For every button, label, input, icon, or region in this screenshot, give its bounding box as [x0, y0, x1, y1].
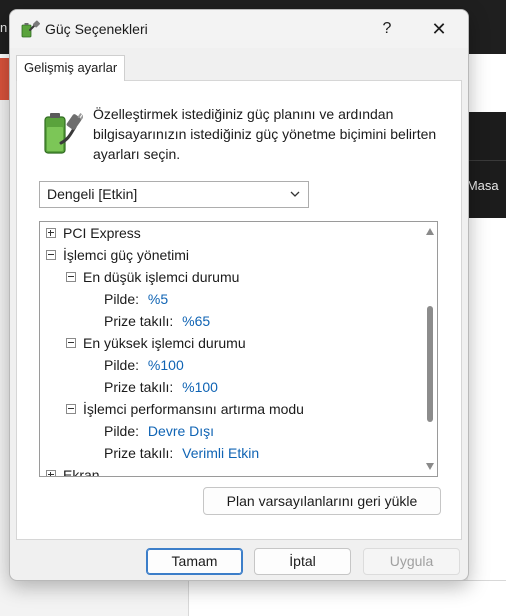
- tree-item-min-processor-state[interactable]: En düşük işlemci durumu: [66, 266, 239, 288]
- setting-value[interactable]: Verimli Etkin: [182, 445, 259, 461]
- instruction-text: Özelleştirmek istediğiniz güç planını ve…: [93, 106, 437, 162]
- help-button[interactable]: ?: [372, 14, 402, 44]
- tree-item-max-on-battery[interactable]: Pilde: %100: [104, 354, 184, 376]
- settings-tree[interactable]: PCI Express İşlemci güç yönetimi En düşü…: [39, 221, 438, 477]
- title-bar[interactable]: Güç Seçenekleri ? ✕: [10, 10, 468, 48]
- scroll-up-arrow-icon[interactable]: [426, 228, 434, 235]
- scrollbar-thumb[interactable]: [427, 306, 433, 422]
- scroll-down-arrow-icon[interactable]: [426, 463, 434, 470]
- plus-box-icon[interactable]: [46, 470, 56, 476]
- ok-button[interactable]: Tamam: [146, 548, 243, 575]
- tree-item-display[interactable]: Ekran: [46, 464, 100, 476]
- setting-value[interactable]: %100: [148, 357, 184, 373]
- background-bottom-panel: [188, 580, 506, 616]
- apply-button[interactable]: Uygula: [363, 548, 460, 575]
- power-plan-selected: Dengeli [Etkin]: [47, 186, 138, 202]
- plus-box-icon[interactable]: [46, 228, 56, 238]
- close-button[interactable]: ✕: [422, 14, 456, 44]
- background-dark-strip: n Masa: [456, 112, 506, 218]
- power-plan-dropdown[interactable]: Dengeli [Etkin]: [39, 181, 309, 208]
- tree-item-processor-power[interactable]: İşlemci güç yönetimi: [46, 244, 189, 266]
- tree-item-boost-mode[interactable]: İşlemci performansını artırma modu: [66, 398, 304, 420]
- setting-value[interactable]: %65: [182, 313, 210, 329]
- minus-box-icon[interactable]: [66, 338, 76, 348]
- cancel-button[interactable]: İptal: [254, 548, 351, 575]
- minus-box-icon[interactable]: [46, 250, 56, 260]
- setting-value[interactable]: Devre Dışı: [148, 423, 214, 439]
- tab-advanced-settings[interactable]: Gelişmiş ayarlar: [16, 55, 126, 81]
- power-options-dialog: Güç Seçenekleri ? ✕ Gelişmiş ayarlar Öze…: [9, 9, 469, 581]
- setting-value[interactable]: %5: [148, 291, 168, 307]
- minus-box-icon[interactable]: [66, 272, 76, 282]
- battery-plug-icon: [44, 112, 83, 154]
- tree-item-max-plugged-in[interactable]: Prize takılı: %100: [104, 376, 218, 398]
- restore-plan-defaults-button[interactable]: Plan varsayılanlarını geri yükle: [203, 487, 441, 515]
- tab-content-panel: Özelleştirmek istediğiniz güç planını ve…: [16, 80, 462, 540]
- setting-value[interactable]: %100: [182, 379, 218, 395]
- tree-item-min-on-battery[interactable]: Pilde: %5: [104, 288, 168, 310]
- tree-item-boost-on-battery[interactable]: Pilde: Devre Dışı: [104, 420, 214, 442]
- minus-box-icon[interactable]: [66, 404, 76, 414]
- window-title: Güç Seçenekleri: [45, 21, 148, 37]
- tree-item-min-plugged-in[interactable]: Prize takılı: %65: [104, 310, 210, 332]
- background-edge-text: n: [0, 20, 8, 35]
- tree-item-pci-express[interactable]: PCI Express: [46, 222, 141, 244]
- tree-item-max-processor-state[interactable]: En yüksek işlemci durumu: [66, 332, 246, 354]
- chevron-down-icon: [290, 191, 300, 197]
- battery-plug-icon: [21, 20, 40, 38]
- tree-scrollbar[interactable]: [423, 222, 437, 476]
- tree-item-boost-plugged-in[interactable]: Prize takılı: Verimli Etkin: [104, 442, 259, 464]
- background-divider: [468, 160, 506, 161]
